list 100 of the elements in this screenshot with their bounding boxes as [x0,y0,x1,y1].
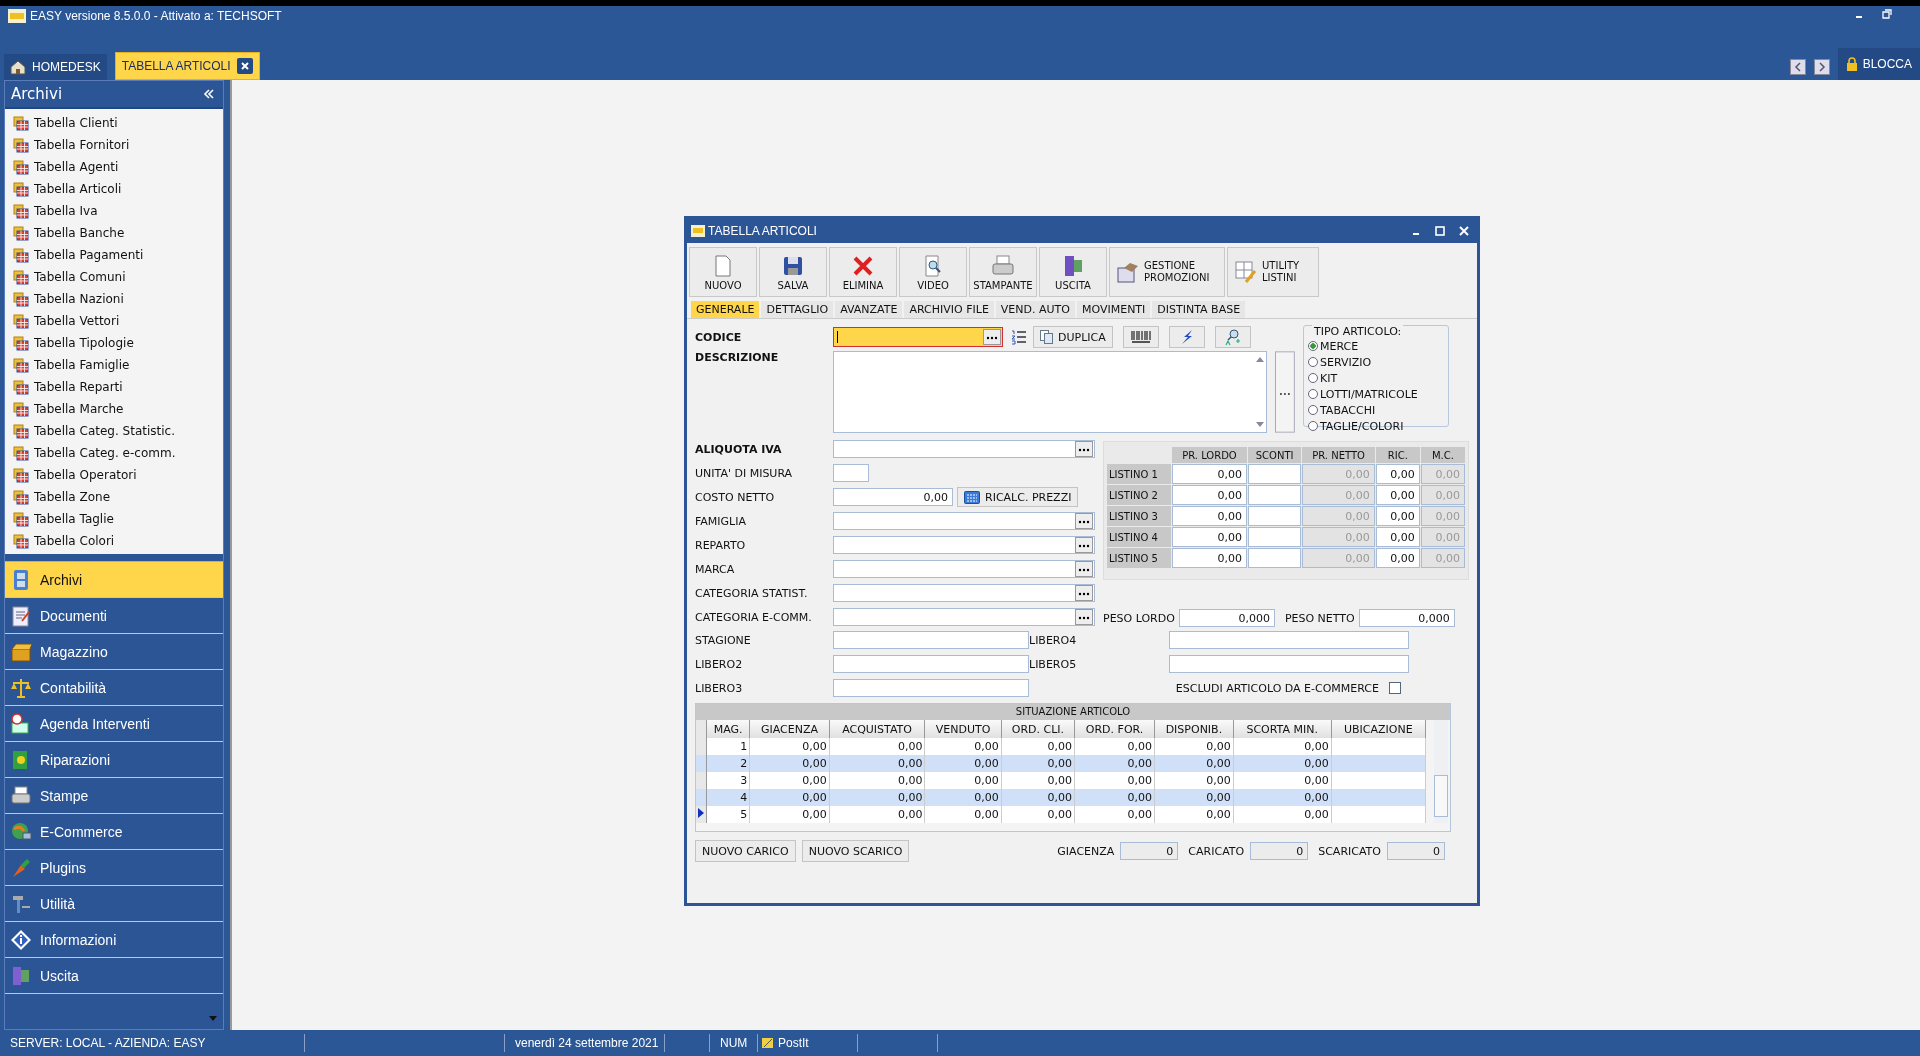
close-icon[interactable] [1459,226,1469,236]
scroll-up-icon[interactable] [1256,356,1265,362]
nav-item[interactable]: Stampe [5,778,223,814]
text-field[interactable] [1169,631,1409,649]
sidebar-item[interactable]: Tabella Reparti [13,376,223,398]
cost-field[interactable]: 0,00 [833,488,953,506]
sidebar-item[interactable]: Tabella Operatori [13,464,223,486]
sidebar-item[interactable]: Tabella Pagamenti [13,244,223,266]
nav-item[interactable]: Documenti [5,598,223,634]
duplicate-button[interactable]: DUPLICA [1033,326,1113,348]
sidebar-item[interactable]: Tabella Banche [13,222,223,244]
scrollbar[interactable] [1434,720,1448,823]
code-field[interactable] [833,327,1003,347]
sidebar-item[interactable]: Tabella Colori [13,530,223,552]
price-field[interactable]: 0,00 [1172,527,1247,547]
price-field[interactable]: 0,00 [1172,506,1247,526]
price-field[interactable]: 0,00 [1172,464,1247,484]
lookup-field[interactable] [833,536,1095,554]
sidebar-item[interactable]: Tabella Clienti [13,112,223,134]
ellipsis-icon[interactable] [1075,441,1093,457]
checkbox[interactable] [1389,682,1401,694]
sidebar-item[interactable]: Tabella Comuni [13,266,223,288]
maximize-icon[interactable] [1435,226,1445,236]
form-tab[interactable]: ARCHIVIO FILE [904,301,994,318]
price-field[interactable]: 0,00 [1375,548,1420,568]
toolbar-button[interactable]: SALVA [759,247,827,297]
weight-field[interactable]: 0,000 [1178,609,1275,627]
sidebar-item[interactable]: Tabella Marche [13,398,223,420]
recalculate-button[interactable]: RICALC. PREZZI [957,487,1079,507]
toolbar-button[interactable]: GESTIONE PROMOZIONI [1109,247,1225,297]
ellipsis-icon[interactable] [983,329,1001,345]
toolbar-button[interactable]: UTILITY LISTINI [1227,247,1319,297]
text-field[interactable] [833,631,1029,649]
text-field[interactable] [833,655,1029,673]
radio-option[interactable]: LOTTI/MATRICOLE [1308,386,1448,402]
sidebar-item[interactable]: Tabella Fornitori [13,134,223,156]
toolbar-button[interactable]: STAMPANTE [969,247,1037,297]
price-field[interactable] [1247,485,1302,505]
sidebar-item[interactable]: Tabella Iva [13,200,223,222]
nav-item[interactable]: Informazioni [5,922,223,958]
radio-option[interactable]: TAGLIE/COLORI [1308,418,1448,434]
ellipsis-icon[interactable] [1075,561,1093,577]
search-button[interactable] [1214,326,1251,348]
nav-item[interactable]: Riparazioni [5,742,223,778]
collapse-icon[interactable] [203,89,215,99]
lookup-field[interactable] [833,560,1095,578]
price-field[interactable]: 0,00 [1375,527,1420,547]
form-tab[interactable]: DETTAGLIO [761,301,834,318]
toolbar-button[interactable]: NUOVO [689,247,757,297]
sidebar-item[interactable]: Tabella Categ. Statistic. [13,420,223,442]
nav-item[interactable]: Archivi [5,562,223,598]
nav-item[interactable]: Agenda Interventi [5,706,223,742]
nav-item[interactable]: Magazzino [5,634,223,670]
sidebar-item[interactable]: Tabella Famiglie [13,354,223,376]
sidebar-item[interactable]: Tabella Articoli [13,178,223,200]
nav-item[interactable]: Utilità [5,886,223,922]
text-field[interactable] [833,679,1029,697]
price-field[interactable] [1247,464,1302,484]
scroll-down-icon[interactable] [1256,422,1265,428]
lightning-button[interactable] [1168,326,1205,348]
nav-item[interactable]: E-Commerce [5,814,223,850]
radio-option[interactable]: TABACCHI [1308,402,1448,418]
sidebar-item[interactable]: Tabella Nazioni [13,288,223,310]
splitter-handle[interactable] [5,554,223,562]
sidebar-item[interactable]: Tabella Vettori [13,310,223,332]
unit-field[interactable] [833,464,869,482]
form-tab[interactable]: DISTINTA BASE [1152,301,1246,318]
price-field[interactable]: 0,00 [1375,485,1420,505]
sidebar-item[interactable]: Tabella Tipologie [13,332,223,354]
ellipsis-icon[interactable] [1075,609,1093,625]
price-field[interactable] [1247,506,1302,526]
form-tab[interactable]: MOVIMENTI [1076,301,1151,318]
numbered-list-icon[interactable] [1011,329,1027,345]
form-tab[interactable]: VEND. AUTO [995,301,1075,318]
price-field[interactable]: 0,00 [1375,506,1420,526]
sidebar-item[interactable]: Tabella Taglie [13,508,223,530]
toolbar-button[interactable]: VIDEO [899,247,967,297]
nav-item[interactable]: Uscita [5,958,223,994]
ellipsis-icon[interactable] [1075,513,1093,529]
toolbar-button[interactable]: ELIMINA [829,247,897,297]
action-button[interactable]: NUOVO CARICO [695,840,796,862]
action-button[interactable]: NUOVO SCARICO [801,840,910,862]
radio-option[interactable]: KIT [1308,370,1448,386]
price-field[interactable] [1247,548,1302,568]
sidebar-item[interactable]: Tabella Agenti [13,156,223,178]
toolbar-button[interactable]: USCITA [1039,247,1107,297]
radio-option[interactable]: MERCE [1308,338,1448,354]
restore-icon[interactable] [1882,9,1892,19]
ellipsis-icon[interactable] [1075,585,1093,601]
form-tab[interactable]: AVANZATE [835,301,903,318]
price-field[interactable]: 0,00 [1172,485,1247,505]
lookup-field[interactable] [833,608,1095,626]
nav-item[interactable]: Contabilità [5,670,223,706]
lock-button[interactable]: BLOCCA [1837,48,1920,80]
sidebar-item[interactable]: Tabella Zone [13,486,223,508]
form-tab[interactable]: GENERALE [691,301,760,318]
weight-field[interactable]: 0,000 [1358,609,1455,627]
sidebar-item[interactable]: Tabella Categ. e-comm. [13,442,223,464]
app-tab[interactable]: TABELLA ARTICOLI [114,52,260,80]
dropdown-arrow-icon[interactable] [209,1016,217,1021]
